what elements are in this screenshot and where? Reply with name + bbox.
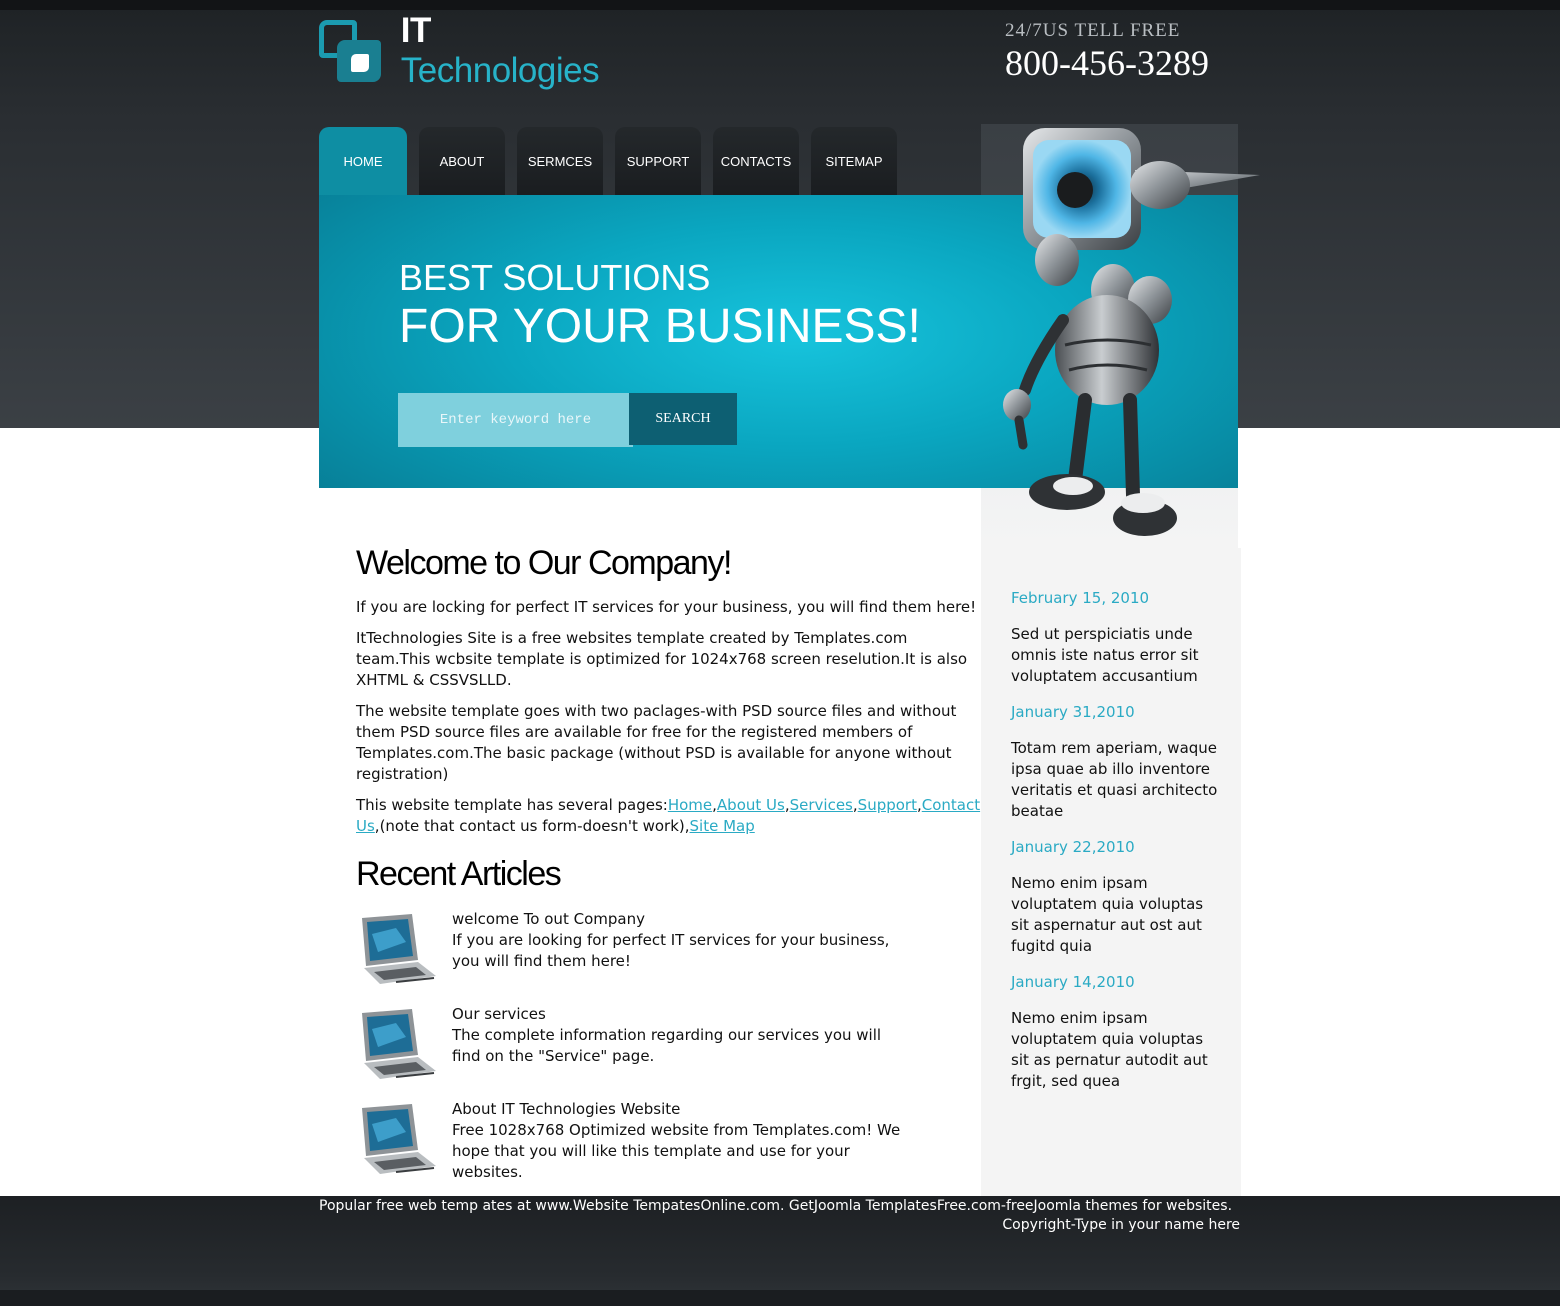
nav-about[interactable]: ABOUT bbox=[419, 127, 505, 195]
laptop-icon bbox=[362, 1104, 436, 1174]
article-text: The complete information regarding our s… bbox=[452, 1026, 882, 1065]
pages-prefix: This website template has several pages: bbox=[356, 796, 668, 814]
nav-services[interactable]: SERMCES bbox=[517, 127, 603, 195]
robot-illustration bbox=[1003, 128, 1260, 536]
news-sidebar: February 15, 2010 Sed ut perspiciatis un… bbox=[981, 548, 1241, 1196]
nav-contacts[interactable]: CONTACTS bbox=[713, 127, 799, 195]
search-input[interactable] bbox=[398, 393, 633, 447]
article-item[interactable]: About IT Technologies Website Free 1028x… bbox=[356, 1099, 986, 1197]
article-title[interactable]: welcome To out Company bbox=[452, 909, 645, 930]
article-text: If you are looking for perfect IT servic… bbox=[452, 931, 890, 970]
news-text: Nemo enim ipsam voluptatem quia voluptas… bbox=[1011, 874, 1204, 955]
laptop-icon bbox=[362, 914, 436, 984]
article-text: Free 1028x768 Optimized website from Tem… bbox=[452, 1121, 901, 1181]
link-site-map[interactable]: Site Map bbox=[690, 817, 755, 835]
intro-paragraph-2: ItTechnologies Site is a free websites t… bbox=[356, 629, 968, 689]
logo-technologies: Technologies bbox=[400, 51, 600, 90]
nav-home[interactable]: HOME bbox=[319, 127, 407, 195]
phone-label: 24/7US TELL FREE bbox=[1005, 20, 1181, 41]
news-list: February 15, 2010 Sed ut perspiciatis un… bbox=[1011, 588, 1223, 1107]
link-home[interactable]: Home bbox=[668, 796, 712, 814]
article-item[interactable]: Our services The complete information re… bbox=[356, 1004, 986, 1102]
link-about-us[interactable]: About Us bbox=[717, 796, 785, 814]
main-nav: HOME ABOUT SERMCES SUPPORT CONTACTS SITE… bbox=[319, 127, 909, 195]
news-date[interactable]: January 22,2010 bbox=[1011, 837, 1223, 858]
intro-paragraph-4: This website template has several pages:… bbox=[356, 796, 981, 835]
footer-copyright: Copyright-Type in your name here bbox=[1002, 1217, 1240, 1233]
news-date[interactable]: February 15, 2010 bbox=[1011, 588, 1223, 609]
news-text: Sed ut perspiciatis unde omnis iste natu… bbox=[1011, 625, 1199, 685]
hero-headline-1: BEST SOLUTIONS bbox=[399, 257, 711, 298]
top-strip bbox=[0, 0, 1560, 10]
pages-note: ,(note that contact us form-doesn't work… bbox=[374, 817, 690, 835]
link-services[interactable]: Services bbox=[790, 796, 853, 814]
logo-it: IT bbox=[400, 11, 432, 50]
phone-number: 800-456-3289 bbox=[1005, 43, 1209, 83]
bottom-strip bbox=[0, 1290, 1560, 1306]
hero-headline-2: FOR YOUR BUSINESS! bbox=[399, 300, 921, 353]
article-item[interactable]: welcome To out Company If you are lookin… bbox=[356, 909, 986, 1007]
news-text: Totam rem aperiam, waque ipsa quae ab il… bbox=[1011, 739, 1218, 820]
laptop-icon bbox=[362, 1009, 436, 1079]
nav-sitemap[interactable]: SITEMAP bbox=[811, 127, 897, 195]
welcome-heading: Welcome to Our Company! bbox=[356, 544, 732, 582]
nav-support[interactable]: SUPPORT bbox=[615, 127, 701, 195]
link-support[interactable]: Support bbox=[858, 796, 917, 814]
site-logo[interactable]: IT Technologies bbox=[319, 11, 637, 90]
main-content: Welcome to Our Company! If you are locki… bbox=[356, 540, 986, 1197]
article-title[interactable]: About IT Technologies Website bbox=[452, 1099, 680, 1120]
intro-paragraph-3: The website template goes with two pacla… bbox=[356, 702, 957, 783]
search-button[interactable]: SEARCH bbox=[629, 393, 737, 445]
article-title[interactable]: Our services bbox=[452, 1004, 546, 1025]
news-text: Nemo enim ipsam voluptatem quia voluptas… bbox=[1011, 1009, 1208, 1090]
news-date[interactable]: January 14,2010 bbox=[1011, 972, 1223, 993]
footer-links-text[interactable]: Popular free web temp ates at www.Websit… bbox=[319, 1198, 1232, 1214]
intro-paragraph-1: If you are locking for perfect IT servic… bbox=[356, 598, 977, 616]
logo-mark-icon bbox=[319, 20, 381, 82]
logo-text: IT Technologies bbox=[401, 11, 637, 91]
recent-articles-heading: Recent Articles bbox=[356, 855, 562, 893]
news-date[interactable]: January 31,2010 bbox=[1011, 702, 1223, 723]
